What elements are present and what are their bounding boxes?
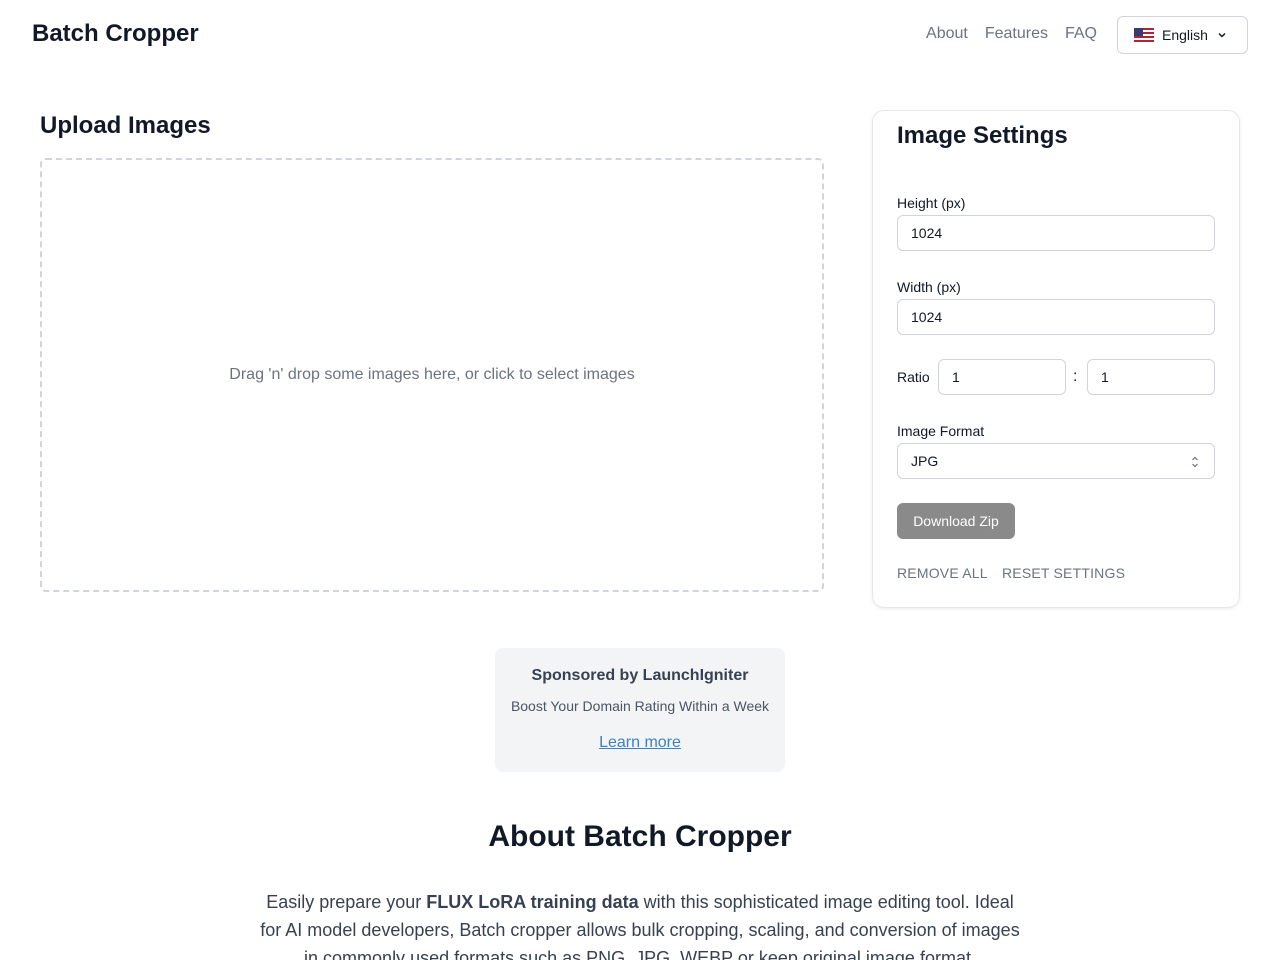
height-label: Height (px) bbox=[897, 195, 966, 211]
reset-settings-button[interactable]: RESET SETTINGS bbox=[1002, 565, 1125, 581]
width-input[interactable] bbox=[897, 299, 1215, 335]
format-label: Image Format bbox=[897, 423, 985, 439]
nav-about[interactable]: About bbox=[926, 25, 968, 43]
nav-faq[interactable]: FAQ bbox=[1065, 25, 1097, 43]
ratio-label: Ratio bbox=[897, 369, 930, 385]
ratio-height-input[interactable] bbox=[1087, 359, 1215, 395]
about-text-start: Easily prepare your bbox=[266, 892, 427, 912]
nav-features[interactable]: Features bbox=[985, 25, 1048, 43]
ratio-width-input[interactable] bbox=[938, 359, 1066, 395]
format-value: JPG bbox=[911, 453, 939, 469]
remove-all-button[interactable]: REMOVE ALL bbox=[897, 565, 988, 581]
select-updown-icon bbox=[1192, 456, 1198, 468]
about-text-bold: FLUX LoRA training data bbox=[426, 892, 639, 912]
ratio-separator: : bbox=[1073, 368, 1078, 385]
main-nav: About Features FAQ bbox=[926, 25, 1097, 43]
sponsor-learn-more-link[interactable]: Learn more bbox=[495, 734, 785, 752]
sponsor-card: Sponsored by LaunchIgniter Boost Your Do… bbox=[495, 648, 785, 772]
language-label: English bbox=[1162, 27, 1208, 43]
image-dropzone[interactable]: Drag 'n' drop some images here, or click… bbox=[40, 158, 824, 592]
download-zip-button[interactable]: Download Zip bbox=[897, 503, 1015, 539]
about-title: About Batch Cropper bbox=[488, 820, 792, 853]
sponsor-subtitle: Boost Your Domain Rating Within a Week bbox=[510, 698, 770, 714]
sponsor-title: Sponsored by LaunchIgniter bbox=[531, 667, 749, 684]
us-flag-icon bbox=[1134, 28, 1154, 42]
image-settings-panel: Image Settings Height (px) Width (px) Ra… bbox=[872, 110, 1240, 608]
settings-title: Image Settings bbox=[897, 122, 1068, 149]
height-input[interactable] bbox=[897, 215, 1215, 251]
language-select-button[interactable]: English bbox=[1117, 16, 1248, 54]
top-header: Batch Cropper About Features FAQ English bbox=[0, 0, 1280, 70]
width-label: Width (px) bbox=[897, 279, 961, 295]
chevron-down-icon bbox=[1218, 32, 1226, 38]
format-select[interactable]: JPG bbox=[897, 443, 1215, 479]
dropzone-text: Drag 'n' drop some images here, or click… bbox=[229, 366, 635, 383]
upload-title: Upload Images bbox=[40, 112, 211, 139]
brand-title[interactable]: Batch Cropper bbox=[32, 20, 199, 48]
about-description: Easily prepare your FLUX LoRA training d… bbox=[256, 888, 1024, 960]
